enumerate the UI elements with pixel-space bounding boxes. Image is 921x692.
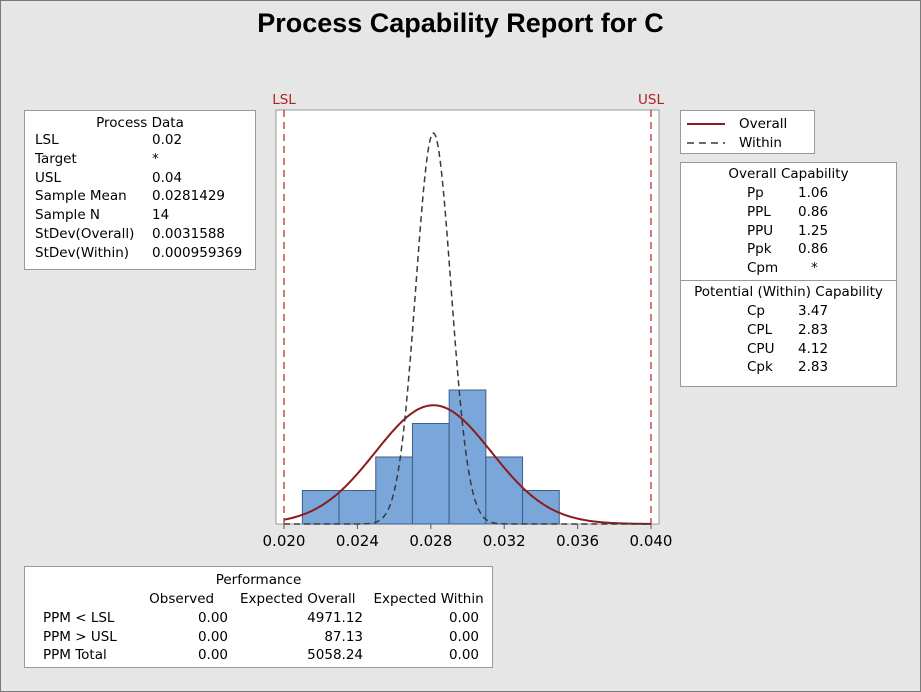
performance-cell: 0.00 (448, 609, 479, 626)
performance-col-header: Expected Overall (240, 591, 356, 607)
capability-value: 4.12 (798, 340, 829, 357)
overall-capability-row: Pp 1.06 (681, 184, 896, 203)
process-data-row: Target * (25, 150, 255, 169)
capability-value: * (811, 260, 818, 277)
capability-label: PPL (747, 203, 771, 220)
process-data-row: Sample N 14 (25, 206, 255, 225)
process-data-label: Target (35, 150, 77, 167)
overall-capability-row: Cpm * (681, 259, 896, 278)
process-data-row: USL 0.04 (25, 169, 255, 188)
performance-cell: 4971.12 (307, 609, 363, 626)
capability-label: CPU (747, 340, 775, 357)
within-capability-row: CPU 4.12 (681, 340, 896, 359)
capability-panel: Overall Capability Pp 1.06 PPL 0.86 PPU 1.2… (680, 162, 897, 387)
dashed-line-icon (687, 141, 725, 144)
process-data-row: StDev(Within) 0.000959369 (25, 244, 255, 263)
process-data-value: 0.0281429 (152, 188, 226, 205)
performance-cell: 0.00 (448, 628, 479, 645)
process-data-value: 0.000959369 (152, 244, 243, 261)
performance-row: PPM Total 0.00 5058.24 0.00 (25, 646, 492, 665)
performance-row: PPM > USL 0.00 87.13 0.00 (25, 628, 492, 647)
capability-value: 1.25 (798, 222, 829, 239)
performance-panel: Performance Observed Expected Overall Ex… (24, 566, 493, 668)
solid-line-icon (687, 122, 725, 125)
legend-item-within: Within (681, 133, 814, 152)
performance-cell: 0.00 (197, 609, 228, 626)
overall-capability-row: PPL 0.86 (681, 203, 896, 222)
performance-cell: 0.00 (197, 647, 228, 664)
within-capability-row: Cpk 2.83 (681, 358, 896, 377)
process-data-header: Process Data (96, 115, 184, 131)
performance-cell: PPM Total (43, 647, 107, 664)
performance-cell: 0.00 (197, 628, 228, 645)
within-capability-row: Cp 3.47 (681, 302, 896, 321)
legend-label: Within (739, 134, 782, 151)
performance-cell: 0.00 (448, 647, 479, 664)
performance-cell: 5058.24 (307, 647, 363, 664)
performance-col-header: Observed (149, 591, 215, 607)
performance-cell: PPM > USL (43, 628, 117, 645)
performance-col-header: Expected Within (373, 591, 484, 607)
capability-value: 0.86 (798, 203, 829, 220)
process-data-label: LSL (35, 132, 59, 148)
process-data-label: Sample Mean (35, 188, 127, 205)
capability-value: 1.06 (798, 185, 829, 201)
performance-column-headers: Observed Expected Overall Expected Withi… (25, 590, 492, 609)
performance-cell: 87.13 (324, 628, 363, 645)
capability-divider (681, 279, 896, 281)
capability-label: CPL (747, 321, 773, 338)
process-data-value: 0.0031588 (152, 225, 226, 242)
process-data-row: LSL 0.02 (25, 131, 255, 150)
process-data-label: StDev(Overall) (35, 225, 135, 242)
capability-label: Ppk (747, 241, 772, 258)
capability-value: 0.86 (798, 241, 829, 258)
capability-label: Pp (747, 185, 764, 201)
capability-label: Cp (747, 302, 765, 319)
overall-capability-row: PPU 1.25 (681, 222, 896, 241)
capability-value: 2.83 (798, 359, 829, 376)
performance-header: Performance (215, 572, 302, 588)
process-data-value: 0.04 (152, 169, 183, 186)
within-capability-header: Potential (Within) Capability (694, 283, 883, 300)
capability-value: 2.83 (798, 321, 829, 338)
capability-value: 3.47 (798, 302, 829, 319)
legend-label: Overall (739, 115, 788, 132)
process-data-value: 14 (152, 207, 170, 224)
performance-row: PPM < LSL 0.00 4971.12 0.00 (25, 609, 492, 628)
process-data-row: StDev(Overall) 0.0031588 (25, 225, 255, 244)
legend-item-overall: Overall (681, 114, 814, 133)
capability-label: Cpm (747, 260, 779, 277)
performance-col-header (25, 590, 131, 609)
process-data-label: USL (35, 169, 61, 186)
capability-label: Cpk (747, 359, 773, 376)
process-data-label: StDev(Within) (35, 244, 130, 261)
chart-legend: Overall Within (680, 110, 815, 154)
performance-cell: PPM < LSL (43, 609, 115, 626)
report-title: Process Capability Report for C (257, 8, 664, 38)
process-data-value: 0.02 (152, 132, 183, 148)
process-data-row: Sample Mean 0.0281429 (25, 187, 255, 206)
process-data-panel: Process Data LSL 0.02 Target * USL 0.04 Sam… (24, 110, 256, 270)
process-data-value: * (152, 150, 159, 167)
capability-label: PPU (747, 222, 774, 239)
process-data-label: Sample N (35, 207, 101, 224)
overall-capability-header: Overall Capability (728, 166, 849, 182)
overall-capability-row: Ppk 0.86 (681, 240, 896, 259)
within-capability-row: CPL 2.83 (681, 321, 896, 340)
